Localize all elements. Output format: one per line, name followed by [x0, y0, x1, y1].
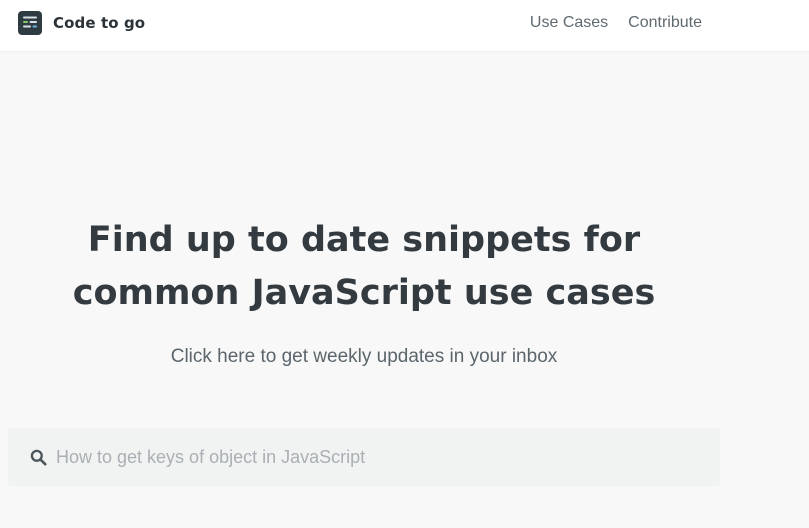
nav-link-use-cases[interactable]: Use Cases	[530, 14, 608, 32]
newsletter-signup-link[interactable]: Click here to get weekly updates in your…	[0, 346, 728, 368]
search-icon	[30, 449, 47, 466]
code-lines-icon	[18, 11, 42, 35]
brand-home-link[interactable]: Code to go	[18, 11, 145, 35]
main-nav: Use Cases Contribute	[530, 14, 702, 32]
top-navbar: Code to go Use Cases Contribute	[0, 0, 809, 52]
brand-name: Code to go	[53, 14, 146, 32]
search-input[interactable]	[56, 428, 706, 486]
nav-link-contribute[interactable]: Contribute	[628, 14, 702, 32]
search-box[interactable]	[8, 428, 720, 486]
hero-title: Find up to date snippets for common JavaS…	[0, 214, 728, 320]
hero-title-line-2: common JavaScript use cases	[72, 273, 656, 313]
hero-title-line-1: Find up to date snippets for	[87, 220, 641, 260]
